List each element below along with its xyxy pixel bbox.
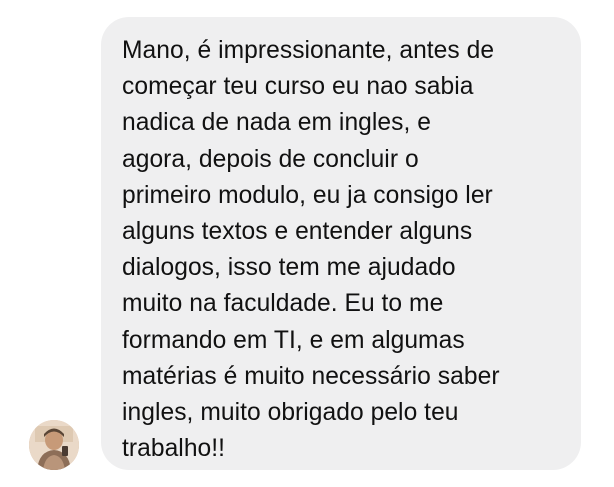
avatar-photo-icon	[29, 420, 79, 470]
message-text: Mano, é impressionante, antes de começar…	[122, 37, 500, 463]
message-row: Mano, é impressionante, antes de começar…	[0, 0, 614, 487]
message-bubble[interactable]: Mano, é impressionante, antes de começar…	[101, 17, 581, 470]
avatar[interactable]	[29, 420, 79, 470]
